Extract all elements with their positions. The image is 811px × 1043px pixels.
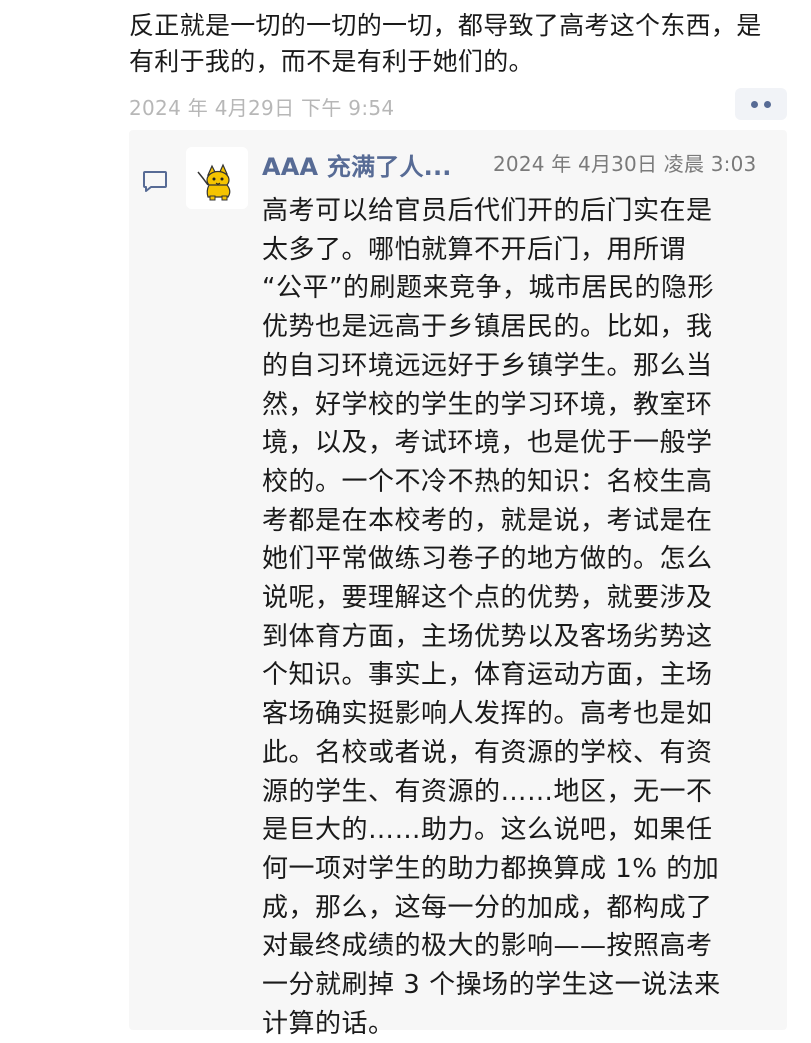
- comment-text-line: 对最终成绩的极大的影响——按照高考: [262, 931, 713, 962]
- comment-body: 高考可以给官员后代们开的后门实在是 太多了。哪怕就算不开后门，用所谓 “公平”的…: [262, 192, 782, 1043]
- comment-text-line: 个知识。事实上，体育运动方面，主场: [262, 660, 713, 691]
- comment-text-line: 是巨大的……助力。这么说吧，如果任: [262, 815, 713, 846]
- post-timestamp: 2024 年 4月29日 下午 9:54: [129, 96, 395, 120]
- post-text: 反正就是一切的一切的一切，都导致了高考这个东西，是 有利于我的，而不是有利于她们…: [129, 8, 801, 80]
- comment-text-line: 太多了。哪怕就算不开后门，用所谓: [262, 234, 687, 265]
- comment-text-line: 校的。一个不冷不热的知识：名校生高: [262, 466, 713, 497]
- comment-text-line: 何一项对学生的助力都换算成 1% 的加: [262, 853, 720, 884]
- comment-text-line: 高考可以给官员后代们开的后门实在是: [262, 196, 713, 226]
- comment-text-line: 说呢，要理解这个点的优势，就要涉及: [262, 583, 713, 614]
- comment-text-line: 计算的话。: [262, 1008, 395, 1039]
- post-meta-row: 2024 年 4月29日 下午 9:54: [129, 88, 789, 120]
- more-dot-icon: [764, 100, 771, 108]
- comment-text-line: 到体育方面，主场优势以及客场劣势这: [262, 621, 713, 652]
- post-text-line: 有利于我的，而不是有利于她们的。: [129, 47, 534, 76]
- comment-text-line: 优势也是远高于乡镇居民的。比如，我: [262, 312, 713, 343]
- yellow-cat-avatar-icon: [186, 147, 248, 209]
- comment-text-line: 客场确实挺影响人发挥的。高考也是如: [262, 699, 713, 730]
- comment-icon: [143, 171, 167, 192]
- comment-text-line: 境，以及，考试环境，也是优于一般学: [262, 428, 713, 459]
- comment-text-line: 她们平常做练习卷子的地方做的。怎么: [262, 544, 713, 575]
- more-actions-button[interactable]: [735, 88, 787, 120]
- commenter-avatar[interactable]: [186, 147, 248, 209]
- comment-text-line: 成，那么，这每一分的加成，都构成了: [262, 892, 713, 923]
- comment-text-line: 源的学生、有资源的……地区，无一不: [262, 776, 713, 807]
- comment-timestamp: 2024 年 4月30日 凌晨 3:03: [493, 152, 757, 176]
- comment-text-line: 考都是在本校考的，就是说，考试是在: [262, 505, 713, 536]
- comment-text-line: 一分就刷掉 3 个操场的学生这一说法来: [262, 970, 721, 1001]
- more-dot-icon: [751, 100, 758, 108]
- comment-text-line: 的自习环境远远好于乡镇学生。那么当: [262, 350, 713, 381]
- comment-text-line: “公平”的刷题来竞争，城市居民的隐形: [262, 273, 714, 304]
- post-text-line: 反正就是一切的一切的一切，都导致了高考这个东西，是: [129, 11, 762, 40]
- comment-text-line: 此。名校或者说，有资源的学校、有资: [262, 737, 713, 768]
- commenter-name[interactable]: AAA 充满了人...: [262, 147, 452, 182]
- comment-text-line: 然，好学校的学生的学习环境，教室环: [262, 389, 713, 420]
